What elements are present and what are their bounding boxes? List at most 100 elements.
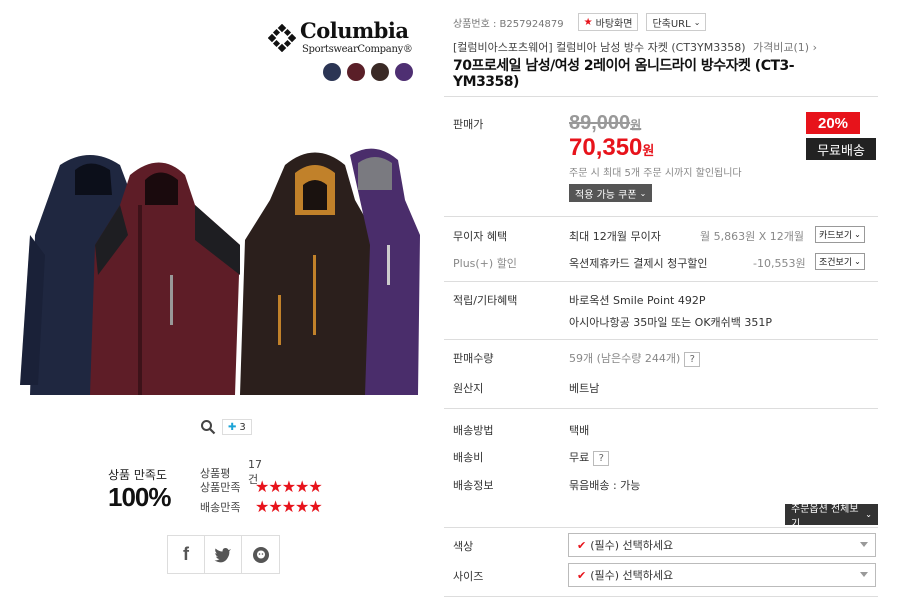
shipping-info-row: 배송정보 묶음배송 : 가능 xyxy=(453,477,873,493)
chevron-right-icon: › xyxy=(812,41,817,54)
shipping-method-row: 배송방법 택배 xyxy=(453,422,873,438)
plus-discount-row: Plus(+) 할인 옥션제휴카드 결제시 청구할인 -10,553원 조건보기… xyxy=(453,253,873,271)
sales-count-row: 판매수량 59개 (남은수량 244개)? xyxy=(453,350,873,367)
size-select[interactable]: ✔ (필수) 선택하세요 xyxy=(568,563,876,587)
divider xyxy=(444,281,878,282)
shipping-method-value: 택배 xyxy=(569,424,590,437)
help-icon[interactable]: ? xyxy=(684,351,701,367)
color-swatch-burgundy[interactable] xyxy=(347,63,365,81)
points-line2: 아시아나항공 35마일 또는 OK캐쉬백 351P xyxy=(569,316,773,329)
chevron-down-icon: ⌄ xyxy=(854,230,861,239)
purchase-limit-note: 주문 시 최대 5개 주문 시까지 할인됩니다 xyxy=(569,168,742,179)
shipping-fee-row: 배송비 무료? xyxy=(453,449,873,466)
origin-label: 원산지 xyxy=(453,382,484,395)
divider xyxy=(444,339,878,340)
sales-count-label: 판매수량 xyxy=(453,352,494,365)
shipping-fee-value: 무료? xyxy=(569,449,610,466)
condition-view-button[interactable]: 조건보기 ⌄ xyxy=(815,253,865,270)
satisfaction-label: 상품 만족도 xyxy=(108,468,168,482)
product-category-name: [컬럼비아스포츠웨어] 컬럼비아 남성 방수 자켓 (CT3YM3358) xyxy=(453,41,746,54)
points-row-2: 아시아나항공 35마일 또는 OK캐쉬백 351P xyxy=(453,314,873,330)
divider xyxy=(444,527,878,528)
discount-badge: 20% xyxy=(806,112,860,134)
check-icon: ✔ xyxy=(577,538,587,552)
applicable-coupon-button[interactable]: 적용 가능 쿠폰 ⌄ xyxy=(569,184,653,202)
all-options-button[interactable]: 주문옵션 전체보기 ⌄ xyxy=(785,504,878,530)
facebook-share-button[interactable]: f xyxy=(168,536,205,573)
divider xyxy=(444,596,878,597)
color-option-label: 색상 xyxy=(453,540,474,553)
brand-logo[interactable]: Columbia SportswearCompany® xyxy=(268,18,418,60)
sales-count-value: 59개 (남은수량 244개)? xyxy=(569,350,701,367)
color-swatch-purple[interactable] xyxy=(395,63,413,81)
product-info: 상품번호 : B257924879 ★ 바탕화면 단축URL ⌄ [컬럼비아스포… xyxy=(444,0,878,615)
coupon-label: 적용 가능 쿠폰 xyxy=(575,189,637,201)
check-icon: ✔ xyxy=(577,568,587,582)
magnifier-icon[interactable] xyxy=(200,419,216,435)
product-image[interactable] xyxy=(20,145,420,400)
image-tools: ✚ 3 xyxy=(200,419,252,435)
origin-row: 원산지 베트남 xyxy=(453,380,873,396)
original-price: 89,000원 xyxy=(569,112,642,134)
caret-down-icon xyxy=(860,572,868,577)
more-images-button[interactable]: ✚ 3 xyxy=(222,419,252,435)
points-line1: 바로옥션 Smile Point 492P xyxy=(569,294,706,307)
card-view-button[interactable]: 카드보기 ⌄ xyxy=(815,226,865,243)
add-to-desktop-label: 바탕화면 xyxy=(595,18,633,30)
all-options-label: 주문옵션 전체보기 xyxy=(791,503,859,530)
twitter-share-button[interactable] xyxy=(205,536,242,573)
free-shipping-badge: 무료배송 xyxy=(806,138,876,160)
color-swatch-brown[interactable] xyxy=(371,63,389,81)
size-option-label: 사이즈 xyxy=(453,570,484,583)
brand-name: Columbia xyxy=(300,18,409,43)
product-number: 상품번호 : B257924879 xyxy=(453,18,564,30)
satisfaction-value: 100% xyxy=(108,482,171,512)
shipping-satisfaction-row: 배송만족 ★★★★★ xyxy=(200,497,323,516)
installment-row: 무이자 혜택 최대 12개월 무이자 월 5,863원 X 12개월 카드보기 … xyxy=(453,226,873,244)
sale-price: 70,350원 xyxy=(569,134,655,161)
add-to-desktop-button[interactable]: ★ 바탕화면 xyxy=(577,13,639,31)
price-label: 판매가 xyxy=(453,118,484,131)
jacket-brown xyxy=(240,152,375,395)
product-satisfaction-label: 상품만족 xyxy=(200,480,241,494)
product-gallery: Columbia SportswearCompany® ✚ 3 상품 만족도 1… xyxy=(0,0,440,615)
short-url-label: 단축URL xyxy=(652,18,691,30)
color-swatch-navy[interactable] xyxy=(323,63,341,81)
price-compare-link[interactable]: 가격비교(1) › xyxy=(753,41,817,54)
shipping-satisfaction-label: 배송만족 xyxy=(200,500,241,514)
color-select[interactable]: ✔ (필수) 선택하세요 xyxy=(568,533,876,557)
kakao-share-button[interactable] xyxy=(242,536,279,573)
shipping-info-value: 묶음배송 : 가능 xyxy=(569,479,641,492)
plus-discount-value: 옥션제휴카드 결제시 청구할인 xyxy=(569,257,708,270)
divider xyxy=(444,96,878,97)
condition-view-label: 조건보기 xyxy=(819,258,853,268)
chevron-down-icon: ⌄ xyxy=(854,257,861,266)
color-swatches xyxy=(323,63,413,81)
shipping-fee-label: 배송비 xyxy=(453,451,484,464)
color-select-value: (필수) 선택하세요 xyxy=(590,539,674,552)
brand-sub: SportswearCompany® xyxy=(302,44,413,55)
divider xyxy=(444,408,878,409)
installment-calc: 월 5,863원 X 12개월 xyxy=(700,230,804,243)
size-select-value: (필수) 선택하세요 xyxy=(590,569,674,582)
share-buttons: f xyxy=(167,535,280,574)
installment-value: 최대 12개월 무이자 xyxy=(569,230,661,243)
plus-icon: ✚ xyxy=(228,421,237,433)
shipping-method-label: 배송방법 xyxy=(453,424,494,437)
product-title: 70프로세일 남성/여성 2레이어 옴니드라이 방수자켓 (CT3-YM3358… xyxy=(453,58,795,90)
facebook-icon: f xyxy=(183,544,189,564)
plus-discount-amount: -10,553원 xyxy=(753,257,806,270)
more-images-count: 3 xyxy=(239,421,246,433)
short-url-button[interactable]: 단축URL ⌄ xyxy=(646,13,707,31)
installment-label: 무이자 혜택 xyxy=(453,230,508,243)
origin-value: 베트남 xyxy=(569,382,600,395)
divider xyxy=(444,216,878,217)
twitter-icon xyxy=(214,547,231,562)
chevron-down-icon: ⌄ xyxy=(693,17,701,27)
caret-down-icon xyxy=(860,542,868,547)
product-subtitle: [컬럼비아스포츠웨어] 컬럼비아 남성 방수 자켓 (CT3YM3358) 가격… xyxy=(453,39,817,55)
points-label: 적립/기타혜택 xyxy=(453,294,518,307)
kakao-icon xyxy=(252,546,269,563)
chevron-down-icon: ⌄ xyxy=(865,510,872,519)
help-icon[interactable]: ? xyxy=(593,450,610,466)
